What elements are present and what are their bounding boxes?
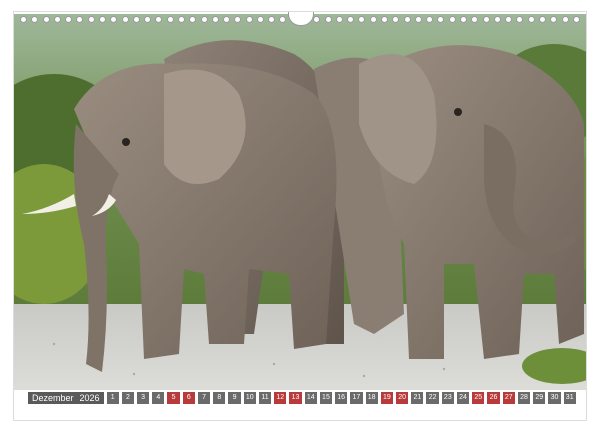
binding-ring-icon	[42, 15, 50, 23]
day-cell: 31	[563, 392, 576, 404]
day-cell: 11	[258, 392, 272, 404]
binding-ring-icon	[132, 15, 140, 23]
day-cell: 15	[319, 392, 333, 404]
binding-ring-icon	[279, 15, 287, 23]
binding-ring-icon	[538, 15, 546, 23]
day-cell: 12	[274, 392, 287, 404]
binding-ring-icon	[53, 15, 61, 23]
binding-ring-icon	[561, 15, 569, 23]
elephant-herd-photo	[14, 14, 586, 390]
binding-ring-icon	[482, 15, 490, 23]
binding-ring-icon	[459, 15, 467, 23]
binding-ring-icon	[516, 15, 524, 23]
day-cell: 20	[396, 392, 409, 404]
binding-ring-icon	[76, 15, 84, 23]
binding-ring-icon	[98, 15, 106, 23]
binding-ring-icon	[313, 15, 321, 23]
binding-ring-icon	[358, 15, 366, 23]
binding-ring-icon	[177, 15, 185, 23]
day-cell: 3	[137, 392, 150, 404]
binding-ring-icon	[31, 15, 39, 23]
binding-ring-icon	[403, 15, 411, 23]
day-cell: 18	[365, 392, 378, 404]
day-cell: 30	[548, 392, 561, 404]
day-cell: 17	[350, 392, 363, 404]
binding-ring-icon	[437, 15, 445, 23]
day-cell: 9	[228, 392, 241, 404]
binding-ring-icon	[189, 15, 197, 23]
day-cell: 24	[456, 392, 470, 404]
day-cell: 14	[304, 392, 317, 404]
binding-ring-icon	[245, 15, 253, 23]
binding-ring-icon	[200, 15, 208, 23]
day-cell: 8	[213, 392, 226, 404]
month-name: Dezember	[32, 393, 74, 403]
calendar-row: Dezember 2026 1 2 3 4 5 6 7 8 9 10 11 12 13 14 15 16 17 1…	[28, 392, 576, 404]
day-cell: 10	[243, 392, 256, 404]
binding-ring-icon	[211, 15, 219, 23]
binding-ring-icon	[381, 15, 388, 23]
binding-ring-icon	[448, 15, 456, 23]
binding-ring-icon	[155, 15, 163, 23]
binding-ring-icon	[234, 15, 242, 23]
day-cell: 4	[152, 392, 165, 404]
binding-ring-icon	[324, 15, 332, 23]
day-cell: 1	[106, 392, 119, 404]
binding-ring-icon	[572, 15, 580, 23]
binding-ring-icon	[268, 15, 276, 23]
binding-ring-icon	[65, 15, 73, 23]
binding-ring-icon	[414, 15, 422, 23]
binding-ring-icon	[550, 15, 558, 23]
year-label: 2026	[79, 393, 100, 403]
binding-ring-icon	[256, 15, 264, 23]
day-cell: 28	[517, 392, 531, 404]
day-cell: 23	[441, 392, 454, 404]
month-label: Dezember 2026	[28, 392, 104, 404]
binding-ring-icon	[369, 15, 377, 23]
binding-ring-icon	[527, 15, 535, 23]
day-cell: 27	[502, 392, 515, 404]
binding-ring-icon	[223, 15, 231, 23]
binding-ring-icon	[20, 15, 27, 23]
day-cell: 21	[411, 392, 424, 404]
binding-ring-icon	[87, 15, 95, 23]
binding-ring-icon	[493, 15, 501, 23]
day-cell: 26	[487, 392, 500, 404]
binding-ring-icon	[110, 15, 118, 23]
day-cell: 5	[167, 392, 180, 404]
day-cell: 6	[182, 392, 195, 404]
day-cell: 2	[121, 392, 135, 404]
binding-ring-icon	[121, 15, 129, 23]
day-cell: 16	[335, 392, 348, 404]
binding-ring-icon	[426, 15, 434, 23]
binding-ring-icon	[335, 15, 343, 23]
day-cell: 29	[533, 392, 546, 404]
binding-ring-icon	[144, 15, 152, 23]
day-cell: 22	[426, 392, 439, 404]
day-cell: 25	[472, 392, 485, 404]
binding-ring-icon	[166, 15, 174, 23]
binding-ring-icon	[347, 15, 355, 23]
binding-ring-icon	[392, 15, 400, 23]
day-cell: 7	[197, 392, 211, 404]
binding-ring-icon	[505, 15, 513, 23]
day-cell: 19	[380, 392, 393, 404]
day-cell: 13	[289, 392, 302, 404]
binding-ring-icon	[471, 15, 479, 23]
